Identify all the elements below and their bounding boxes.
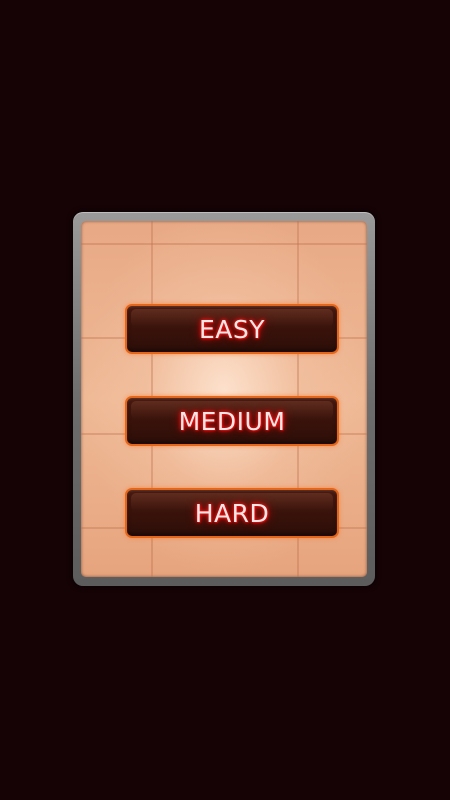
medium-button[interactable]: MEDIUM xyxy=(125,396,339,446)
hard-button[interactable]: HARD xyxy=(125,488,339,538)
difficulty-panel: EASY MEDIUM HARD xyxy=(73,212,375,586)
game-screen: EASY MEDIUM HARD xyxy=(0,0,450,800)
medium-button-label: MEDIUM xyxy=(178,406,286,436)
easy-button-label: EASY xyxy=(198,314,266,344)
easy-button[interactable]: EASY xyxy=(125,304,339,354)
hard-button-label: HARD xyxy=(194,498,270,528)
difficulty-panel-surface: EASY MEDIUM HARD xyxy=(81,221,367,577)
